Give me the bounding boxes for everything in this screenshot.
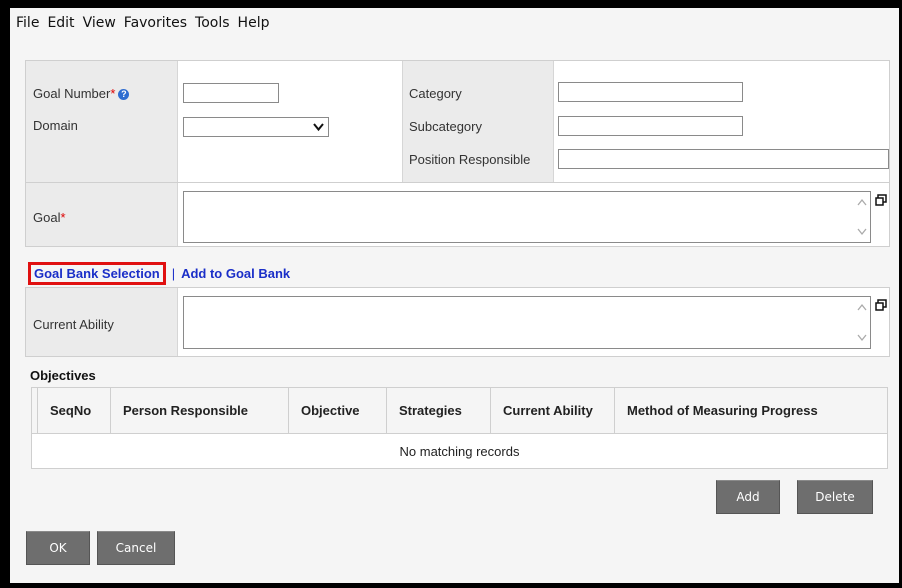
empty-message: No matching records: [399, 443, 520, 459]
table-header: SeqNo Person Responsible Objective Strat…: [32, 388, 887, 434]
expand-window-icon[interactable]: [875, 299, 887, 311]
position-responsible-label: Position Responsible: [409, 152, 531, 167]
current-ability-label: Current Ability: [33, 317, 114, 332]
scroll-up-icon[interactable]: [857, 303, 867, 311]
domain-select[interactable]: [183, 117, 329, 137]
chevron-down-icon: [313, 123, 324, 132]
column-method-of-measuring-progress[interactable]: Method of Measuring Progress: [615, 388, 887, 433]
menu-tools[interactable]: Tools: [195, 15, 230, 31]
subcategory-input[interactable]: [558, 116, 743, 136]
objectives-table: SeqNo Person Responsible Objective Strat…: [31, 387, 888, 469]
goal-bank-links: Goal Bank Selection | Add to Goal Bank: [28, 262, 290, 285]
scroll-down-icon[interactable]: [857, 334, 867, 342]
position-responsible-input[interactable]: [558, 149, 889, 169]
cancel-button[interactable]: Cancel: [97, 531, 175, 565]
column-seqno[interactable]: SeqNo: [38, 388, 111, 433]
help-icon[interactable]: ?: [118, 89, 130, 100]
domain-label: Domain: [33, 118, 78, 133]
ok-button[interactable]: OK: [26, 531, 90, 565]
goal-dialog: File Edit View Favorites Tools Help Goal…: [10, 8, 899, 583]
goal-panel: Goal*: [25, 182, 890, 247]
goal-label: Goal*: [33, 210, 66, 225]
column-strategies[interactable]: Strategies: [387, 388, 491, 433]
menu-favorites[interactable]: Favorites: [124, 15, 187, 31]
goal-number-label: Goal Number*?: [33, 86, 130, 101]
expand-window-icon[interactable]: [875, 194, 887, 206]
scroll-down-icon[interactable]: [857, 228, 867, 236]
highlight-box: Goal Bank Selection: [28, 262, 166, 285]
menu-bar: File Edit View Favorites Tools Help: [10, 8, 899, 38]
menu-edit[interactable]: Edit: [47, 15, 74, 31]
menu-file[interactable]: File: [16, 15, 39, 31]
menu-view[interactable]: View: [83, 15, 116, 31]
delete-button[interactable]: Delete: [797, 480, 873, 514]
category-label: Category: [409, 86, 462, 101]
subcategory-label: Subcategory: [409, 119, 482, 134]
menu-help[interactable]: Help: [238, 15, 270, 31]
goal-number-input[interactable]: [183, 83, 279, 103]
required-marker: *: [60, 210, 66, 225]
link-separator: |: [171, 266, 176, 281]
goal-bank-selection-link[interactable]: Goal Bank Selection: [34, 266, 160, 281]
column-current-ability[interactable]: Current Ability: [491, 388, 615, 433]
column-person-responsible[interactable]: Person Responsible: [111, 388, 289, 433]
add-button[interactable]: Add: [716, 480, 780, 514]
current-ability-textarea[interactable]: [183, 296, 871, 349]
column-objective[interactable]: Objective: [289, 388, 387, 433]
category-input[interactable]: [558, 82, 743, 102]
current-ability-panel: Current Ability: [25, 287, 890, 357]
goal-textarea[interactable]: [183, 191, 871, 243]
scroll-up-icon[interactable]: [857, 198, 867, 206]
goal-details-panel: Goal Number*? Domain Category Subcategor…: [25, 60, 890, 185]
add-to-goal-bank-link[interactable]: Add to Goal Bank: [181, 266, 290, 281]
required-marker: *: [110, 86, 116, 101]
objectives-title: Objectives: [30, 368, 96, 383]
